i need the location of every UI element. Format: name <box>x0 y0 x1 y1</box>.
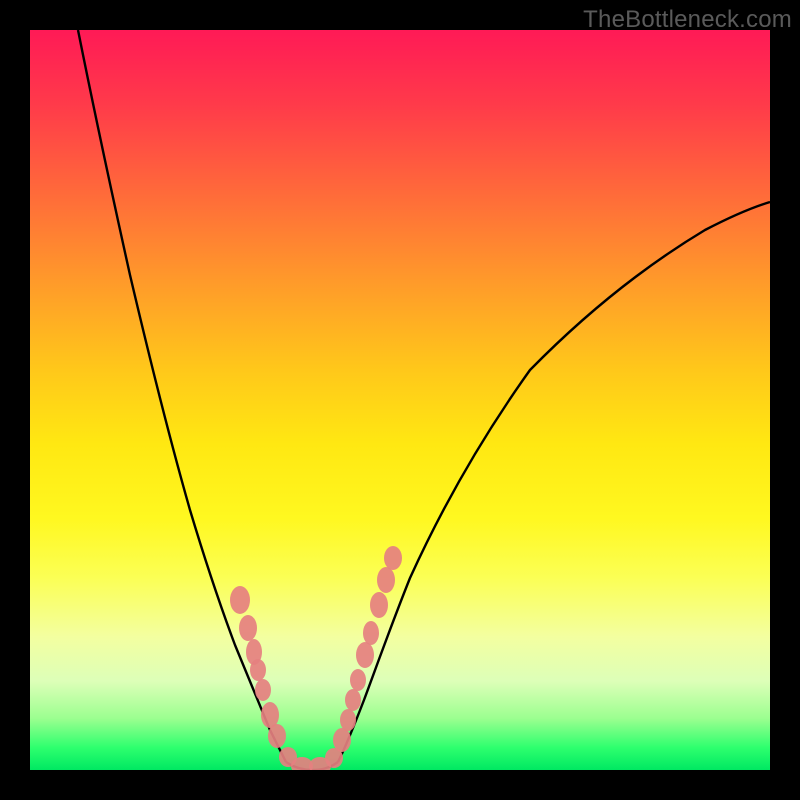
chart-frame <box>30 30 770 770</box>
bottleneck-curve-svg <box>30 30 770 770</box>
data-marker <box>377 567 395 593</box>
data-marker <box>350 669 366 691</box>
data-marker <box>239 615 257 641</box>
data-marker <box>255 679 271 701</box>
data-marker <box>230 586 250 614</box>
data-marker <box>363 621 379 645</box>
curve-right-branch <box>338 202 770 762</box>
data-marker <box>370 592 388 618</box>
data-marker <box>345 689 361 711</box>
data-marker <box>250 659 266 681</box>
data-marker <box>333 728 351 752</box>
data-marker <box>268 724 286 748</box>
data-marker <box>384 546 402 570</box>
marker-group <box>230 546 402 770</box>
data-marker <box>356 642 374 668</box>
data-marker <box>340 709 356 731</box>
